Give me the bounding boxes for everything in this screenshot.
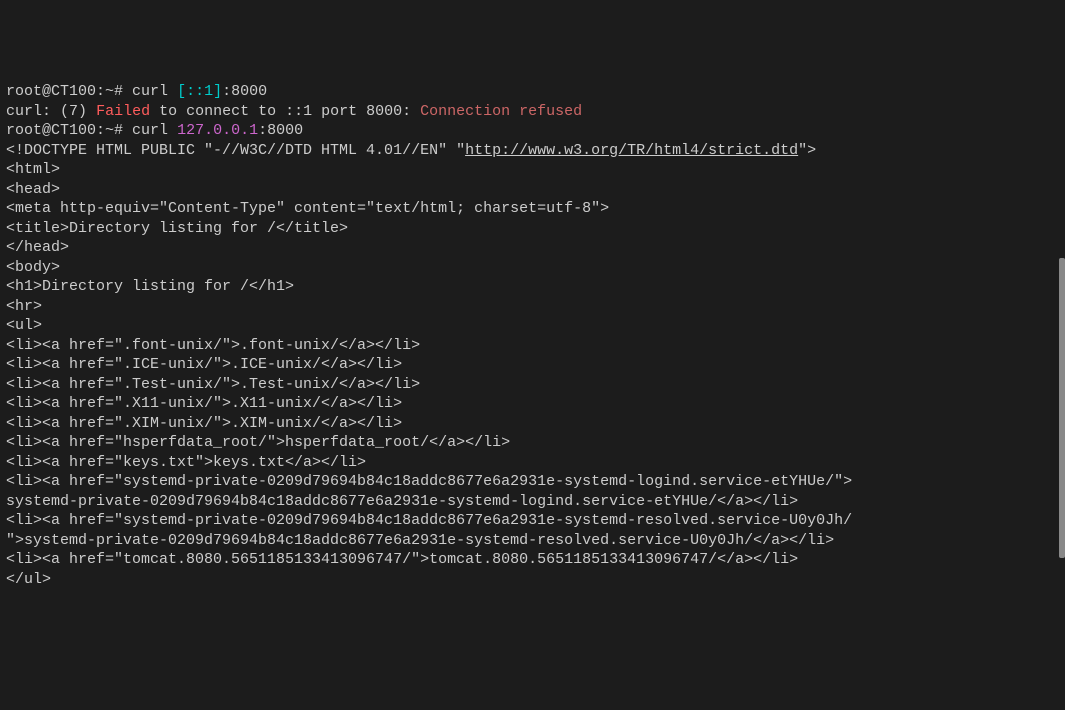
terminal-segment: <hr> bbox=[6, 298, 42, 315]
terminal-segment: http://www.w3.org/TR/html4/strict.dtd bbox=[465, 142, 798, 159]
terminal-segment: <html> bbox=[6, 161, 60, 178]
terminal-segment: <body> bbox=[6, 259, 60, 276]
terminal-segment: <li><a href=".font-unix/">.font-unix/</a… bbox=[6, 337, 420, 354]
terminal-segment: <meta http-equiv="Content-Type" content=… bbox=[6, 200, 609, 217]
terminal-line: <li><a href=".XIM-unix/">.XIM-unix/</a><… bbox=[6, 414, 1059, 434]
terminal-line: <li><a href="hsperfdata_root/">hsperfdat… bbox=[6, 433, 1059, 453]
terminal-segment: ">systemd-private-0209d79694b84c18addc86… bbox=[6, 532, 834, 549]
terminal-segment: Connection refused bbox=[420, 103, 582, 120]
terminal-segment: <li><a href="systemd-private-0209d79694b… bbox=[6, 473, 852, 490]
terminal-segment: <ul> bbox=[6, 317, 42, 334]
terminal-line: systemd-private-0209d79694b84c18addc8677… bbox=[6, 492, 1059, 512]
terminal-segment: <li><a href=".ICE-unix/">.ICE-unix/</a><… bbox=[6, 356, 402, 373]
terminal-line: curl: (7) Failed to connect to ::1 port … bbox=[6, 102, 1059, 122]
terminal-line: <li><a href="systemd-private-0209d79694b… bbox=[6, 472, 1059, 492]
terminal-segment: <li><a href="systemd-private-0209d79694b… bbox=[6, 512, 852, 529]
terminal-segment: :8000 bbox=[258, 122, 303, 139]
terminal-line: ">systemd-private-0209d79694b84c18addc86… bbox=[6, 531, 1059, 551]
terminal-segment: Failed bbox=[96, 103, 150, 120]
terminal-line: <meta http-equiv="Content-Type" content=… bbox=[6, 199, 1059, 219]
terminal-segment: <li><a href="hsperfdata_root/">hsperfdat… bbox=[6, 434, 510, 451]
scrollbar[interactable] bbox=[1059, 258, 1065, 558]
terminal-line: <hr> bbox=[6, 297, 1059, 317]
terminal-line: <li><a href=".X11-unix/">.X11-unix/</a><… bbox=[6, 394, 1059, 414]
terminal-segment: ) bbox=[78, 103, 96, 120]
terminal-segment: ~ bbox=[105, 122, 114, 139]
terminal-line: <body> bbox=[6, 258, 1059, 278]
terminal-segment: : bbox=[96, 122, 105, 139]
terminal-line: root@CT100:~# curl [::1]:8000 bbox=[6, 82, 1059, 102]
terminal-segment: [::1] bbox=[177, 83, 222, 100]
terminal-segment: root@CT100 bbox=[6, 122, 96, 139]
terminal-line: </ul> bbox=[6, 570, 1059, 590]
terminal-segment: ( bbox=[60, 103, 69, 120]
terminal-segment: <li><a href=".X11-unix/">.X11-unix/</a><… bbox=[6, 395, 402, 412]
terminal-segment: : bbox=[96, 83, 105, 100]
terminal-segment: curl: bbox=[6, 103, 60, 120]
terminal-line: <title>Directory listing for /</title> bbox=[6, 219, 1059, 239]
terminal-line: <li><a href="systemd-private-0209d79694b… bbox=[6, 511, 1059, 531]
terminal-line: root@CT100:~# curl 127.0.0.1:8000 bbox=[6, 121, 1059, 141]
terminal-line: <!DOCTYPE HTML PUBLIC "-//W3C//DTD HTML … bbox=[6, 141, 1059, 161]
terminal-line: <li><a href=".ICE-unix/">.ICE-unix/</a><… bbox=[6, 355, 1059, 375]
terminal-segment: <title>Directory listing for /</title> bbox=[6, 220, 348, 237]
terminal-segment: "> bbox=[798, 142, 816, 159]
terminal-output[interactable]: root@CT100:~# curl [::1]:8000curl: (7) F… bbox=[6, 82, 1059, 589]
terminal-segment: root@CT100 bbox=[6, 83, 96, 100]
terminal-segment: <h1>Directory listing for /</h1> bbox=[6, 278, 294, 295]
terminal-line: <head> bbox=[6, 180, 1059, 200]
terminal-segment: </head> bbox=[6, 239, 69, 256]
terminal-segment: to connect to ::1 port 8000: bbox=[150, 103, 420, 120]
terminal-line: <li><a href=".font-unix/">.font-unix/</a… bbox=[6, 336, 1059, 356]
terminal-segment: systemd-private-0209d79694b84c18addc8677… bbox=[6, 493, 798, 510]
terminal-segment: </ul> bbox=[6, 571, 51, 588]
terminal-line: <li><a href=".Test-unix/">.Test-unix/</a… bbox=[6, 375, 1059, 395]
terminal-segment: # curl bbox=[114, 83, 177, 100]
terminal-segment: <li><a href="keys.txt">keys.txt</a></li> bbox=[6, 454, 366, 471]
terminal-segment: <head> bbox=[6, 181, 60, 198]
terminal-line: </head> bbox=[6, 238, 1059, 258]
terminal-line: <h1>Directory listing for /</h1> bbox=[6, 277, 1059, 297]
terminal-segment: <li><a href=".Test-unix/">.Test-unix/</a… bbox=[6, 376, 420, 393]
terminal-line: <li><a href="keys.txt">keys.txt</a></li> bbox=[6, 453, 1059, 473]
terminal-segment: 7 bbox=[69, 103, 78, 120]
terminal-line: <ul> bbox=[6, 316, 1059, 336]
terminal-segment: ~ bbox=[105, 83, 114, 100]
terminal-segment: # curl bbox=[114, 122, 177, 139]
terminal-segment: 127.0.0.1 bbox=[177, 122, 258, 139]
terminal-segment: <!DOCTYPE HTML PUBLIC "-//W3C//DTD HTML … bbox=[6, 142, 465, 159]
terminal-segment: :8000 bbox=[222, 83, 267, 100]
terminal-segment: <li><a href=".XIM-unix/">.XIM-unix/</a><… bbox=[6, 415, 402, 432]
terminal-line: <html> bbox=[6, 160, 1059, 180]
